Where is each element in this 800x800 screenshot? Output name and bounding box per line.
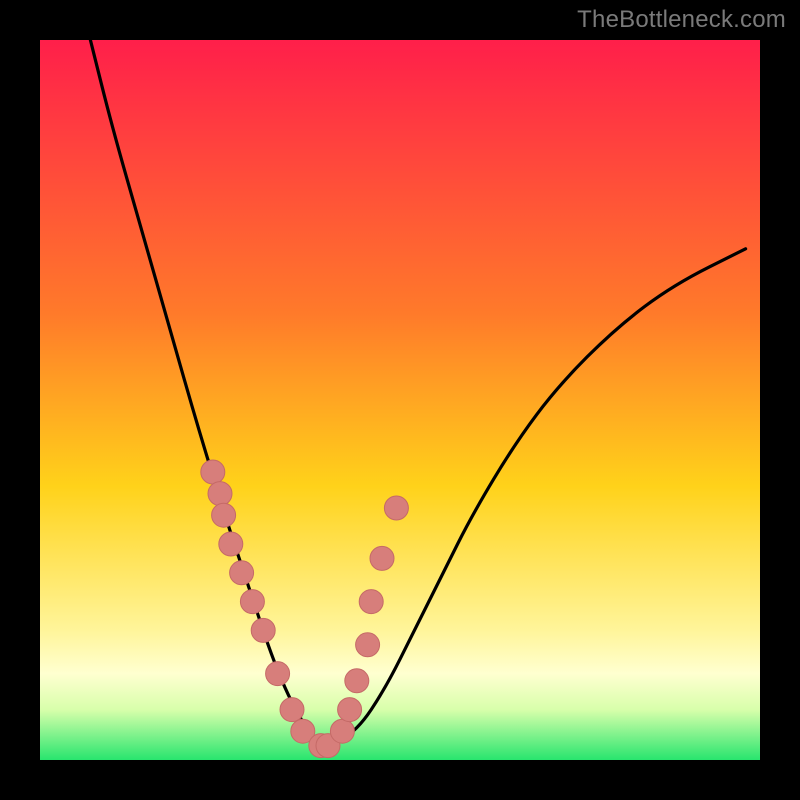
marker-point [208, 482, 232, 506]
watermark-label: TheBottleneck.com [577, 6, 786, 34]
marker-point [251, 618, 275, 642]
marker-point [212, 503, 236, 527]
marker-point [201, 460, 225, 484]
marker-point [338, 698, 362, 722]
marker-point [330, 719, 354, 743]
bottleneck-curve [90, 40, 745, 743]
marker-point [359, 590, 383, 614]
marker-point [266, 662, 290, 686]
marker-point [230, 561, 254, 585]
highlight-markers [201, 460, 409, 758]
chart-frame: TheBottleneck.com [0, 0, 800, 800]
marker-point [356, 633, 380, 657]
plot-area [40, 40, 760, 760]
marker-point [370, 546, 394, 570]
marker-point [240, 590, 264, 614]
curve-layer [40, 40, 760, 760]
marker-point [384, 496, 408, 520]
marker-point [345, 669, 369, 693]
marker-point [280, 698, 304, 722]
marker-point [219, 532, 243, 556]
